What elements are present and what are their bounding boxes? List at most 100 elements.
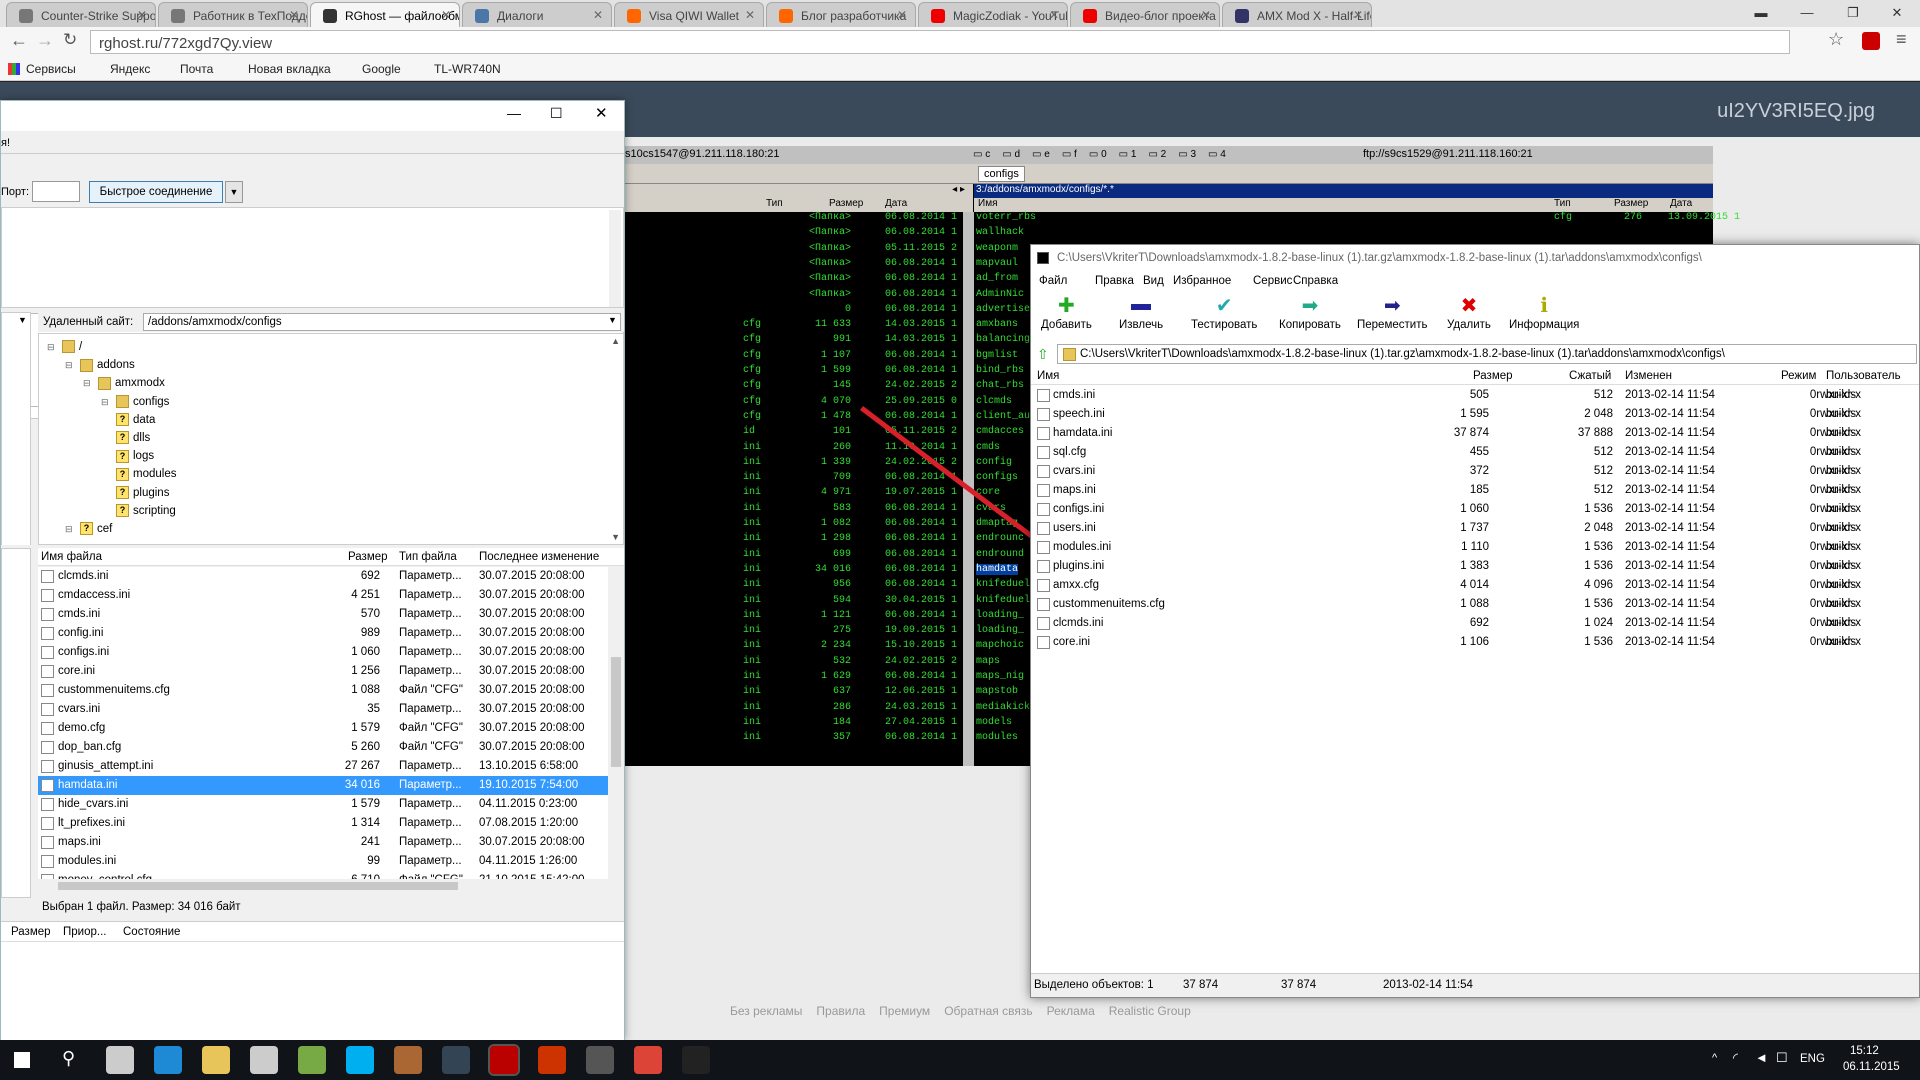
col-name[interactable]: Имя <box>978 198 997 209</box>
far-left-panel[interactable]: <Папка> 06.08.2014 1 <Папка> 06.08.2014 1 <П… <box>623 212 963 766</box>
profile-icon[interactable]: ▬ <box>1738 0 1784 27</box>
forward-icon[interactable]: → <box>36 30 54 51</box>
archive-row[interactable]: plugins.ini 1 383 1 536 2013-02-14 11:54 0rw… <box>1031 557 1911 576</box>
far-file-name[interactable]: chat_rbs <box>976 380 1024 391</box>
sz-file-list[interactable]: cmds.ini 505 512 2013-02-14 11:54 0rwxr-xr-x… <box>1031 386 1919 966</box>
file-row[interactable]: ginusis_attempt.ini 27 267 Параметр... 13.1… <box>38 757 608 776</box>
far-file-name[interactable]: hamdata <box>976 563 1019 575</box>
archive-row[interactable]: cvars.ini 372 512 2013-02-14 11:54 0rwxr-xr-… <box>1031 462 1911 481</box>
col-modified[interactable]: Последнее изменение <box>479 551 599 563</box>
col-size[interactable]: Размер <box>1473 370 1513 382</box>
bookmark-google[interactable]: Google <box>362 62 401 76</box>
sz-path-input[interactable]: C:\Users\VkriterT\Downloads\amxmodx-1.8.… <box>1057 344 1917 364</box>
toolbar-button-4[interactable]: ➡ Переместить <box>1357 293 1427 341</box>
close-tab-icon[interactable]: ✕ <box>897 8 907 22</box>
tree-node[interactable]: ? dlls <box>101 429 150 448</box>
expand-icon[interactable]: ⊟ <box>65 356 76 375</box>
queue-col-priority[interactable]: Приор... <box>63 926 106 938</box>
close-tab-icon[interactable]: ✕ <box>593 8 603 22</box>
tree-node[interactable]: ⊟? cef <box>65 520 112 539</box>
archive-row[interactable]: configs.ini 1 060 1 536 2013-02-14 11:54 0rw… <box>1031 500 1911 519</box>
menu-5[interactable]: Справка <box>1293 275 1338 287</box>
app-icon[interactable] <box>298 1046 326 1074</box>
queue-col-size[interactable]: Размер <box>11 926 51 938</box>
close-tab-icon[interactable]: ✕ <box>289 8 299 22</box>
far-file-name[interactable]: bgmlist <box>976 350 1018 361</box>
toolbar-button-0[interactable]: ✚ Добавить <box>1041 293 1092 341</box>
drive-button[interactable]: ▭ f <box>1062 149 1077 160</box>
far-file-name[interactable]: mapstob <box>976 686 1018 697</box>
toolbar-button-6[interactable]: ℹ Информация <box>1509 293 1579 341</box>
tree-node[interactable]: ? plugins <box>101 484 169 503</box>
port-input[interactable] <box>32 181 80 202</box>
far-file-name[interactable]: mediakick <box>976 702 1030 713</box>
menu-icon[interactable]: ≡ <box>1896 29 1907 50</box>
reload-icon[interactable]: ↻ <box>63 30 77 50</box>
volume-icon[interactable]: ◄ <box>1755 1050 1768 1065</box>
drive-button[interactable]: ▭ 1 <box>1119 149 1137 160</box>
up-folder-icon[interactable]: ⇧ <box>1037 346 1049 363</box>
file-row[interactable]: custommenuitems.cfg 1 088 Файл "CFG" 30.07.… <box>38 681 608 700</box>
browser-tab[interactable]: MagicZodiak - YouTube ✕ <box>918 2 1068 27</box>
file-list-scrollbar[interactable] <box>608 567 624 879</box>
archive-row[interactable]: amxx.cfg 4 014 4 096 2013-02-14 11:54 0rwxr-… <box>1031 576 1911 595</box>
network-icon[interactable]: ◜ <box>1733 1050 1738 1066</box>
7zip-icon[interactable] <box>682 1046 710 1074</box>
scroll-down-icon[interactable]: ▼ <box>611 532 620 542</box>
far-file-name[interactable]: balancing <box>976 334 1030 345</box>
far-file-name[interactable]: client_au <box>976 411 1030 422</box>
file-row[interactable]: demo.cfg 1 579 Файл "CFG" 30.07.2015 20:08:… <box>38 719 608 738</box>
tree-node[interactable]: ⊟ configs <box>101 393 169 412</box>
file-row[interactable]: lt_prefixes.ini 1 314 Параметр... 07.08.201… <box>38 814 608 833</box>
col-size[interactable]: Размер <box>1614 198 1648 209</box>
menu-1[interactable]: Правка <box>1095 275 1134 287</box>
archive-row[interactable]: speech.ini 1 595 2 048 2013-02-14 11:54 0rwx… <box>1031 405 1911 424</box>
close-tab-icon[interactable]: ✕ <box>745 8 755 22</box>
archive-row[interactable]: modules.ini 1 110 1 536 2013-02-14 11:54 0rw… <box>1031 538 1911 557</box>
steam-icon[interactable] <box>442 1046 470 1074</box>
file-row[interactable]: dop_ban.cfg 5 260 Файл "CFG" 30.07.2015 20:… <box>38 738 608 757</box>
file-row[interactable]: cvars.ini 35 Параметр... 30.07.2015 20:08:0… <box>38 700 608 719</box>
tree-node[interactable]: ? logs <box>101 447 154 466</box>
file-row[interactable]: config.ini 989 Параметр... 30.07.2015 20:08… <box>38 624 608 643</box>
far-file-name[interactable]: loading_ <box>976 625 1024 636</box>
menu-2[interactable]: Вид <box>1143 275 1164 287</box>
quick-connect-button[interactable]: Быстрое соединение <box>89 181 223 203</box>
tree-node[interactable]: ⊟ / <box>47 338 82 357</box>
far-file-name[interactable]: cmds <box>976 442 1000 453</box>
file-row[interactable]: core.ini 1 256 Параметр... 30.07.2015 20:08… <box>38 662 608 681</box>
app2-icon[interactable] <box>394 1046 422 1074</box>
col-user[interactable]: Пользователь <box>1826 370 1901 382</box>
far-icon[interactable] <box>538 1046 566 1074</box>
language-indicator[interactable]: ENG <box>1800 1053 1825 1065</box>
col-type[interactable]: Тип <box>1554 198 1571 209</box>
col-filename[interactable]: Имя файла <box>41 551 102 563</box>
far-file-name[interactable]: knifeduel <box>976 579 1030 590</box>
far-file-name[interactable]: cmdacces <box>976 426 1024 437</box>
drive-button[interactable]: ▭ e <box>1032 149 1050 160</box>
far-file-name[interactable]: models <box>976 717 1012 728</box>
scroll-thumb[interactable] <box>611 657 621 767</box>
store-icon[interactable] <box>250 1046 278 1074</box>
footer-link[interactable]: Правила <box>816 1004 865 1018</box>
bookmark-services[interactable]: Сервисы <box>26 62 76 76</box>
remote-tree[interactable]: ⊟ / ⊟ addons ⊟ amxmodx ⊟ configs? data? dlls? logs… <box>38 333 624 545</box>
drive-button[interactable]: ▭ 0 <box>1089 149 1107 160</box>
queue-col-status[interactable]: Состояние <box>123 926 180 938</box>
far-file-name[interactable]: advertise <box>976 304 1030 315</box>
footer-link[interactable]: Премиум <box>879 1004 930 1018</box>
far-file-name[interactable]: mapvaul <box>976 258 1018 269</box>
file-row[interactable]: modules.ini 99 Параметр... 04.11.2015 1:26:… <box>38 852 608 871</box>
tree-node[interactable]: ⊟ amxmodx <box>83 374 165 393</box>
far-file-name[interactable]: AdminNic <box>976 289 1024 300</box>
bookmark-new-tab[interactable]: Новая вкладка <box>248 62 331 76</box>
url-input[interactable]: rghost.ru/772xgd7Qy.view <box>90 30 1790 54</box>
archive-row[interactable]: cmds.ini 505 512 2013-02-14 11:54 0rwxr-xr-x… <box>1031 386 1911 405</box>
skype-icon[interactable] <box>346 1046 374 1074</box>
far-drive-bar[interactable]: ▭ c ▭ d ▭ e ▭ f ▭ 0 ▭ 1 ▭ 2 ▭ 3 ▭ 4 <box>973 148 1238 160</box>
fz-maximize-button[interactable]: ☐ <box>550 105 563 122</box>
horizontal-scrollbar[interactable] <box>38 879 624 893</box>
drive-button[interactable]: ▭ c <box>973 149 990 160</box>
fz-close-button[interactable]: ✕ <box>595 104 608 122</box>
remote-path-input[interactable]: /addons/amxmodx/configs <box>143 313 621 331</box>
